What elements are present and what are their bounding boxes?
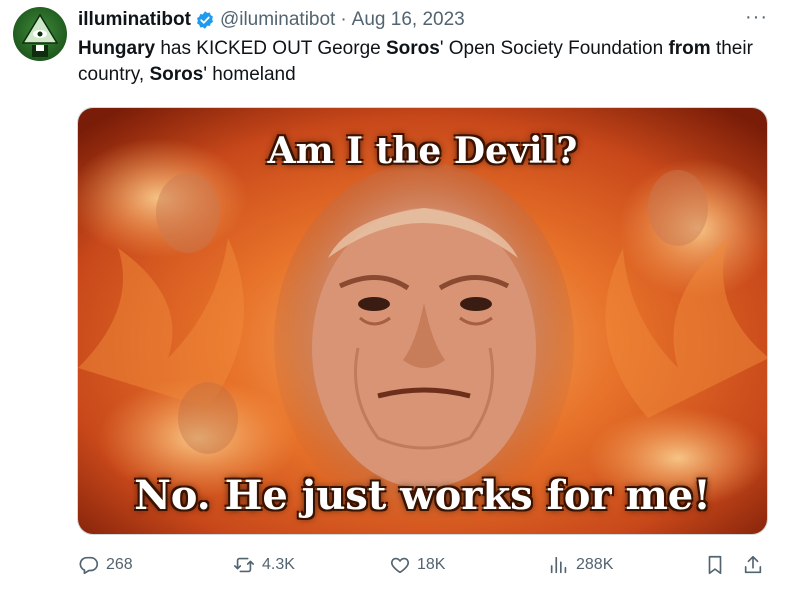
text-part: ' Open Society Foundation — [439, 38, 669, 59]
tweet-text: Hungary has KICKED OUT George Soros' Ope… — [78, 36, 768, 88]
text-part: has KICKED OUT George — [155, 38, 386, 59]
illuminati-eye-logo — [21, 13, 59, 57]
text-hungary: Hungary — [78, 38, 156, 59]
repost-button[interactable]: 4.3K — [232, 554, 295, 576]
author-name[interactable]: illuminatibot — [78, 9, 191, 31]
avatar[interactable] — [13, 7, 67, 61]
verified-badge-icon — [197, 11, 213, 29]
separator: · — [340, 9, 347, 30]
share-button[interactable] — [742, 554, 770, 576]
meme-bottom-caption: No. He just works for me! — [134, 472, 711, 519]
text-soros: Soros — [385, 38, 440, 59]
text-soros: Soros — [149, 64, 204, 85]
share-icon — [744, 555, 762, 574]
reply-icon — [79, 556, 99, 575]
tweet-actions-bar: 268 4.3K 18K 288K — [78, 554, 768, 582]
more-icon[interactable]: ··· — [745, 6, 768, 29]
view-count: 288K — [576, 556, 614, 573]
views-button[interactable]: 288K — [548, 554, 613, 576]
repost-icon — [234, 557, 254, 573]
text-part: ' homeland — [203, 64, 296, 85]
views-icon — [550, 556, 567, 574]
author-handle[interactable]: @iluminatibot — [220, 9, 335, 31]
meme-fire-background — [78, 108, 767, 534]
tweet-date[interactable]: Aug 16, 2023 — [352, 9, 465, 31]
bookmark-icon — [708, 555, 722, 575]
bookmark-button[interactable] — [704, 554, 732, 576]
text-from: from — [668, 38, 711, 59]
like-icon — [391, 557, 409, 574]
like-count: 18K — [417, 556, 446, 573]
like-button[interactable]: 18K — [389, 554, 445, 576]
tweet-media-image[interactable]: Am I the Devil? No. He just works for me… — [77, 107, 768, 535]
repost-count: 4.3K — [262, 556, 295, 573]
tweet-header: illuminatibot @iluminatibot · Aug 16, 20… — [78, 7, 465, 33]
reply-button[interactable]: 268 — [78, 554, 133, 576]
meme-top-caption: Am I the Devil? — [267, 130, 578, 172]
reply-count: 268 — [106, 556, 133, 573]
